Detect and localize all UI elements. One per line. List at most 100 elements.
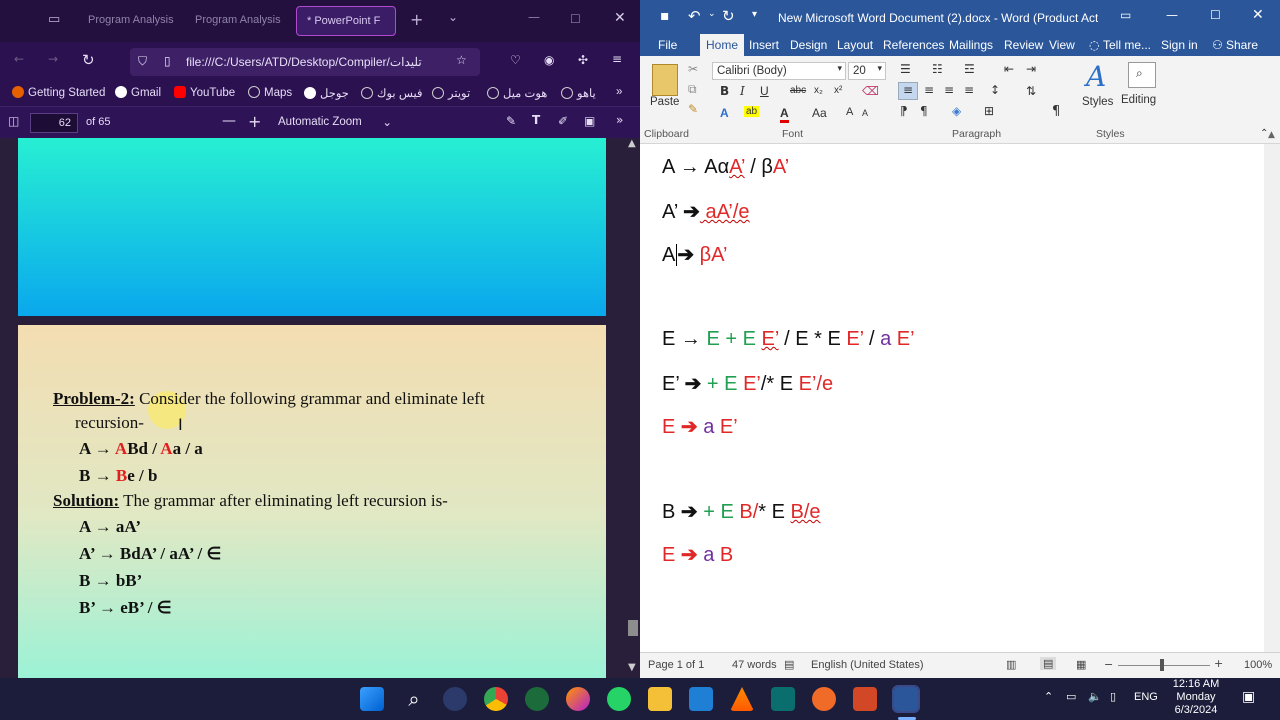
language-indicator[interactable]: English (United States) <box>811 659 924 671</box>
bookmark-facebook-ar[interactable]: فيس بوك <box>361 86 422 100</box>
tab-view[interactable]: View <box>1049 38 1075 52</box>
editing-button[interactable]: Editing <box>1121 94 1156 106</box>
tools-menu-icon[interactable]: » <box>616 113 623 127</box>
tab-mailings[interactable]: Mailings <box>949 38 993 52</box>
zoom-select[interactable]: Automatic Zoom ⌄ <box>272 112 400 134</box>
justify-icon[interactable]: ≡ <box>964 83 974 97</box>
page-number-input[interactable]: 62 <box>30 113 78 133</box>
sublime-icon[interactable] <box>812 687 836 711</box>
chevron-down-icon[interactable]: ⌄ <box>448 10 458 24</box>
save-icon[interactable]: ▪ <box>660 8 670 24</box>
draw-icon[interactable]: ✐ <box>558 114 568 128</box>
image-icon[interactable]: ▣ <box>584 114 595 128</box>
language-indicator[interactable]: ENG <box>1134 691 1158 703</box>
tab-2[interactable]: Program Analysis <box>185 6 285 36</box>
volume-icon[interactable]: 🔈 <box>1088 690 1102 703</box>
tray-chevron-icon[interactable]: ⌃ <box>1044 690 1053 703</box>
shrink-font-icon[interactable]: A <box>862 108 868 118</box>
account-icon[interactable]: ◉ <box>544 53 554 67</box>
subscript-icon[interactable]: x₂ <box>814 85 823 96</box>
forward-icon[interactable]: → <box>48 52 58 66</box>
word-icon[interactable] <box>892 685 920 713</box>
numbering-icon[interactable]: ☷ <box>932 62 943 76</box>
bold-icon[interactable]: B <box>720 84 729 98</box>
styles-icon[interactable]: A <box>1086 60 1106 93</box>
word-count[interactable]: 47 words <box>732 659 777 671</box>
font-color-icon[interactable]: A <box>780 106 789 123</box>
maximize-icon[interactable]: ☐ <box>1210 8 1221 22</box>
close-icon[interactable]: ✕ <box>614 10 626 26</box>
ribbon-display-icon[interactable]: ▭ <box>1120 8 1131 22</box>
multilevel-list-icon[interactable]: ☲ <box>964 62 975 76</box>
tab-references[interactable]: References <box>883 38 944 52</box>
italic-icon[interactable]: I <box>740 84 745 98</box>
new-tab-icon[interactable]: + <box>410 10 423 29</box>
increase-indent-icon[interactable]: ⇥ <box>1026 62 1036 76</box>
customize-icon[interactable]: ▾ <box>752 9 757 20</box>
line-spacing-icon[interactable]: ↕ <box>990 83 1000 97</box>
zoom-slider-thumb[interactable] <box>1160 659 1164 671</box>
font-size-box[interactable]: 20 ▾ <box>848 62 886 80</box>
highlight-color-icon[interactable]: ab <box>744 106 760 117</box>
sign-in-link[interactable]: Sign in <box>1161 38 1198 52</box>
extensions-icon[interactable]: ✣ <box>578 53 588 67</box>
tab-3-active[interactable]: * PowerPoint F <box>296 6 396 36</box>
back-icon[interactable]: ← <box>14 52 24 66</box>
file-explorer-icon[interactable] <box>648 687 672 711</box>
bookmark-youtube[interactable]: YouTube <box>174 86 235 99</box>
page-indicator[interactable]: Page 1 of 1 <box>648 659 704 671</box>
styles-button[interactable]: Styles <box>1082 96 1113 108</box>
decrease-indent-icon[interactable]: ⇤ <box>1004 62 1014 76</box>
format-painter-icon[interactable]: ✎ <box>688 102 698 116</box>
scroll-thumb[interactable] <box>628 620 638 636</box>
show-marks-icon[interactable]: ¶ <box>1052 104 1060 119</box>
strikethrough-icon[interactable]: abc <box>790 85 806 96</box>
web-layout-icon[interactable]: ▦ <box>1076 658 1086 671</box>
maximize-icon[interactable]: ☐ <box>570 12 581 26</box>
clock[interactable]: 12:16 AM Monday 6/3/2024 <box>1168 678 1224 717</box>
zoom-out-icon[interactable]: — <box>222 113 236 129</box>
more-bookmarks-icon[interactable]: » <box>616 86 622 98</box>
font-name-box[interactable]: Calibri (Body) ▾ <box>712 62 846 80</box>
battery-icon[interactable]: ▯ <box>1110 690 1116 703</box>
tab-1[interactable]: Program Analysis <box>78 6 178 36</box>
reload-icon[interactable]: ↻ <box>82 51 95 69</box>
align-center-icon[interactable]: ≡ <box>924 83 934 97</box>
bookmark-yahoo-ar[interactable]: ياهو <box>561 86 596 100</box>
sidebar-toggle-icon[interactable]: ◫ <box>8 114 19 128</box>
underline-icon[interactable]: U <box>760 84 769 98</box>
tab-list-icon[interactable]: ▭ <box>48 12 60 27</box>
bullets-icon[interactable]: ☰ <box>900 62 911 76</box>
bookmark-maps[interactable]: Maps <box>248 86 292 99</box>
document-scrollbar[interactable]: ▲ <box>1264 130 1280 652</box>
chrome-icon[interactable] <box>484 687 508 711</box>
pdf-viewer[interactable]: Problem-2: Consider the following gramma… <box>0 138 640 678</box>
share-button[interactable]: Share <box>1226 38 1258 52</box>
vscode-icon[interactable] <box>689 687 713 711</box>
tab-layout[interactable]: Layout <box>837 38 873 52</box>
atom-icon[interactable] <box>443 687 467 711</box>
align-right-icon[interactable]: ≡ <box>944 83 954 97</box>
proofing-icon[interactable]: ▤ <box>784 658 794 671</box>
bookmark-gmail[interactable]: Gmail <box>115 86 161 99</box>
firefox-icon[interactable] <box>566 687 590 711</box>
zoom-out-icon[interactable]: − <box>1104 658 1113 671</box>
text-icon[interactable]: T <box>532 113 540 127</box>
tab-file[interactable]: File <box>658 38 677 52</box>
notifications-icon[interactable]: ▣ <box>1242 689 1255 705</box>
redo-icon[interactable]: ↻ <box>722 7 735 25</box>
paste-button[interactable]: Paste <box>650 96 679 108</box>
pocket-icon[interactable]: ♡ <box>510 53 521 67</box>
app-icon[interactable] <box>771 687 795 711</box>
tab-design[interactable]: Design <box>790 38 827 52</box>
zoom-slider[interactable] <box>1118 665 1210 666</box>
ltr-icon[interactable]: ⁋ <box>900 104 908 118</box>
tell-me-box[interactable]: Tell me... <box>1103 38 1151 52</box>
menu-icon[interactable]: ≡ <box>612 52 622 66</box>
minimize-icon[interactable]: — <box>528 10 540 24</box>
grow-font-icon[interactable]: A <box>846 106 853 118</box>
rtl-icon[interactable]: ¶ <box>920 104 928 118</box>
star-icon[interactable]: ☆ <box>456 53 467 67</box>
bookmark-hotmail-ar[interactable]: هوت ميل <box>487 86 547 100</box>
scroll-up-icon[interactable]: ▲ <box>1268 130 1275 140</box>
